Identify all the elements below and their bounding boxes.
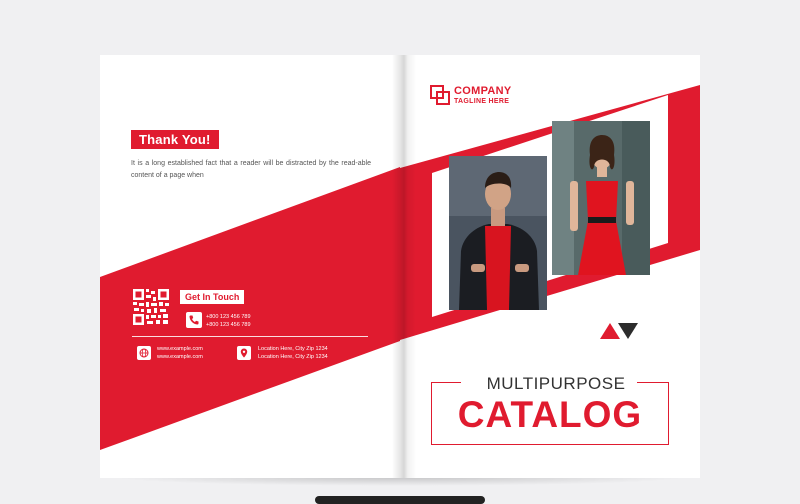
website-url: www.example.com	[157, 353, 203, 360]
bottom-bar	[315, 496, 485, 504]
websites: www.example.com www.example.com	[157, 346, 203, 361]
thank-you-heading: Thank You!	[131, 130, 219, 149]
triangle-up-icon	[600, 323, 620, 339]
locations: Location Here, City Zip 1234 Location He…	[258, 346, 328, 361]
globe-icon	[137, 346, 151, 360]
company-name: COMPANY	[454, 85, 512, 97]
intro-paragraph: It is a long established fact that a rea…	[131, 160, 371, 179]
company-logo-icon	[430, 85, 450, 105]
triangle-down-icon	[618, 323, 638, 339]
title-multipurpose: MULTIPURPOSE	[486, 374, 626, 393]
book-spine	[392, 55, 416, 478]
qr-code-icon	[132, 288, 170, 326]
catalog-mockup: Thank You! It is a long established fact…	[0, 0, 800, 504]
woman-photo	[552, 121, 650, 275]
phone-numbers: +800 123 456 789 +800 123 456 789	[206, 313, 251, 329]
left-page: Thank You! It is a long established fact…	[100, 55, 400, 478]
red-band-left	[100, 167, 400, 450]
location-text: Location Here, City Zip 1234	[258, 353, 328, 360]
website-url: www.example.com	[157, 346, 203, 352]
phone-icon	[186, 312, 202, 328]
man-photo	[449, 156, 547, 310]
phone-number: +800 123 456 789	[206, 314, 251, 320]
company-tagline: TAGLINE HERE	[454, 98, 510, 105]
location-text: Location Here, City Zip 1234	[258, 346, 328, 352]
right-page: COMPANY TAGLINE HERE MULTIPURPOSE CATALO…	[400, 55, 700, 478]
location-pin-icon	[237, 346, 251, 360]
contact-divider	[132, 336, 368, 337]
get-in-touch-label: Get In Touch	[180, 290, 245, 304]
phone-number: +800 123 456 789	[206, 322, 251, 328]
title-catalog: CATALOG	[457, 394, 643, 435]
